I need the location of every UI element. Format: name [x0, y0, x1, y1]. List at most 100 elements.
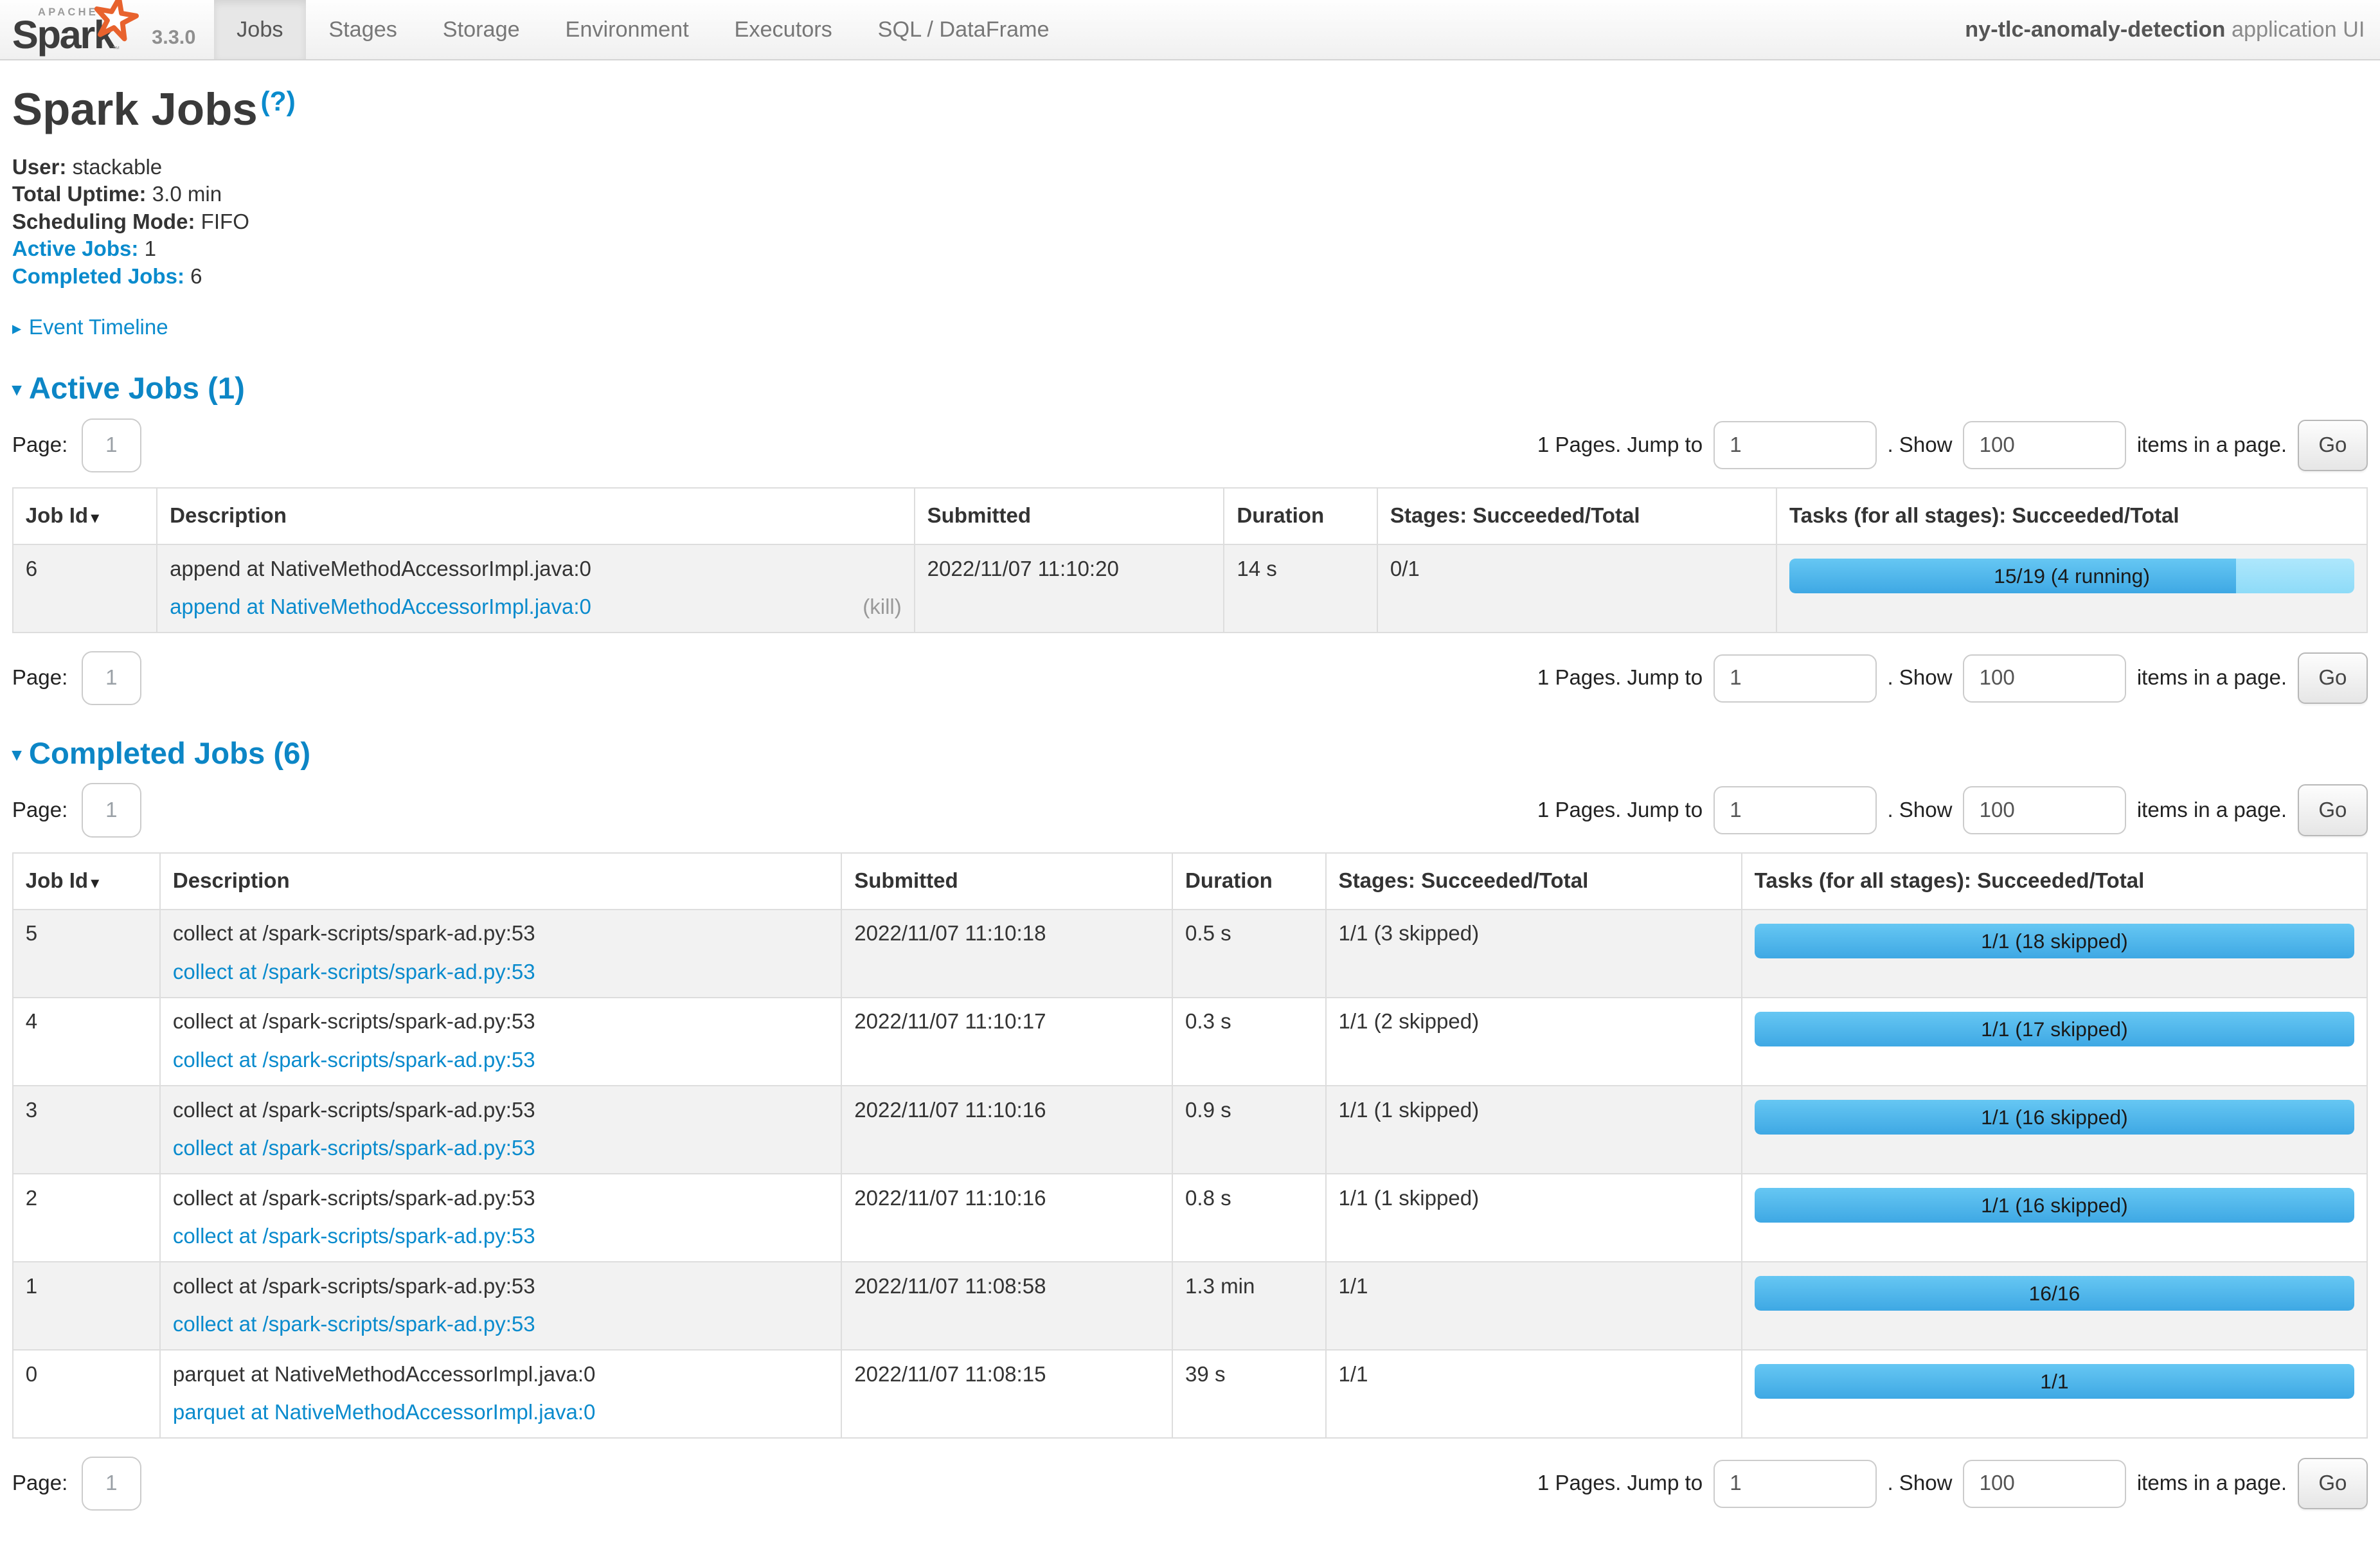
kill-link[interactable]: (kill) — [863, 595, 902, 620]
nav-tab-item: Executors — [711, 0, 855, 59]
go-button[interactable]: Go — [2298, 652, 2368, 704]
jump-to-input[interactable] — [1713, 1460, 1877, 1508]
page-title: Spark Jobs(?) — [12, 84, 2368, 136]
jump-to-input[interactable] — [1713, 654, 1877, 703]
tab-storage[interactable]: Storage — [420, 0, 542, 59]
page-number-input[interactable] — [82, 418, 142, 472]
sort-descending-icon: ▾ — [91, 875, 99, 892]
col-header-tasks-for-all-stages-succeeded-total[interactable]: Tasks (for all stages): Succeeded/Total — [1742, 853, 2367, 909]
col-header-submitted[interactable]: Submitted — [841, 853, 1172, 909]
page-title-text: Spark Jobs — [12, 84, 258, 135]
task-progress-bar: 15/19 (4 running) — [1789, 559, 2354, 593]
summary-label[interactable]: Active Jobs: — [12, 237, 139, 261]
description-text: collect at /spark-scripts/spark-ad.py:53 — [173, 1275, 829, 1299]
job-row: 4collect at /spark-scripts/spark-ad.py:5… — [13, 998, 2367, 1086]
stages-cell: 1/1 (2 skipped) — [1326, 998, 1742, 1086]
pages-jump-text: 1 Pages. Jump to — [1537, 433, 1703, 458]
summary-value: 1 — [138, 237, 156, 261]
completed-jobs-table: Job Id▾DescriptionSubmittedDurationStage… — [12, 852, 2368, 1438]
application-name: ny-tlc-anomaly-detection application UI — [1965, 17, 2380, 42]
col-header-job-id[interactable]: Job Id▾ — [13, 853, 160, 909]
pagination-row: Page:1 Pages. Jump to. Showitems in a pa… — [12, 418, 2368, 472]
description-sub-row: append at NativeMethodAccessorImpl.java:… — [170, 595, 902, 620]
nav-tabs: JobsStagesStorageEnvironmentExecutorsSQL… — [214, 0, 1072, 59]
pagination-row: Page:1 Pages. Jump to. Showitems in a pa… — [12, 1457, 2368, 1511]
tab-stages[interactable]: Stages — [306, 0, 420, 59]
col-header-description[interactable]: Description — [160, 853, 841, 909]
col-header-submitted[interactable]: Submitted — [915, 488, 1224, 544]
jump-to-input[interactable] — [1713, 786, 1877, 834]
job-row: 5collect at /spark-scripts/spark-ad.py:5… — [13, 910, 2367, 998]
collapse-triangle-icon: ▾ — [12, 379, 21, 400]
stages-cell: 1/1 — [1326, 1262, 1742, 1350]
col-header-stages-succeeded-total[interactable]: Stages: Succeeded/Total — [1377, 488, 1776, 544]
col-header-job-id[interactable]: Job Id▾ — [13, 488, 157, 544]
page-number-input[interactable] — [82, 1457, 142, 1511]
tab-jobs[interactable]: Jobs — [214, 0, 306, 59]
help-link[interactable]: (?) — [260, 87, 295, 117]
items-per-page-input[interactable] — [1963, 421, 2126, 469]
job-row: 2collect at /spark-scripts/spark-ad.py:5… — [13, 1174, 2367, 1262]
description-link[interactable]: collect at /spark-scripts/spark-ad.py:53 — [173, 960, 535, 985]
go-button[interactable]: Go — [2298, 420, 2368, 471]
tab-environment[interactable]: Environment — [542, 0, 711, 59]
description-link[interactable]: collect at /spark-scripts/spark-ad.py:53 — [173, 1048, 535, 1073]
description-text: collect at /spark-scripts/spark-ad.py:53 — [173, 1010, 829, 1034]
nav-tab-item: Storage — [420, 0, 542, 59]
job-row: 0parquet at NativeMethodAccessorImpl.jav… — [13, 1350, 2367, 1438]
submitted-cell: 2022/11/07 11:10:18 — [841, 910, 1172, 998]
description-link[interactable]: append at NativeMethodAccessorImpl.java:… — [170, 595, 591, 620]
col-header-duration[interactable]: Duration — [1224, 488, 1377, 544]
duration-cell: 39 s — [1172, 1350, 1326, 1438]
pagination-right: 1 Pages. Jump to. Showitems in a page.Go — [1537, 652, 2368, 704]
tasks-cell: 1/1 (17 skipped) — [1742, 998, 2367, 1086]
active-jobs-header[interactable]: ▾Active Jobs (1) — [12, 371, 2368, 406]
go-button[interactable]: Go — [2298, 784, 2368, 836]
job-row: 3 collect at /spark-scripts/spark-ad.py:5… — [13, 1086, 2367, 1174]
summary-item: Total Uptime: 3.0 min — [12, 184, 2368, 205]
job-id-cell: 3 — [13, 1086, 160, 1174]
items-per-page-input[interactable] — [1963, 1460, 2126, 1508]
event-timeline-toggle[interactable]: ▸ Event Timeline — [12, 316, 2368, 340]
page-number-input[interactable] — [82, 651, 142, 705]
col-header-duration[interactable]: Duration — [1172, 853, 1326, 909]
job-id-cell: 6 — [13, 544, 157, 633]
col-header-description[interactable]: Description — [157, 488, 914, 544]
go-button[interactable]: Go — [2298, 1458, 2368, 1509]
pagination-left: Page: — [12, 1457, 141, 1511]
summary-label[interactable]: Completed Jobs: — [12, 265, 184, 289]
nav-tab-item: Jobs — [214, 0, 306, 59]
spark-logo[interactable]: APACHE Spark ™ — [0, 0, 152, 59]
submitted-cell: 2022/11/07 11:08:15 — [841, 1350, 1172, 1438]
col-header-stages-succeeded-total[interactable]: Stages: Succeeded/Total — [1326, 853, 1742, 909]
description-sub-row: collect at /spark-scripts/spark-ad.py:53 — [173, 1313, 829, 1337]
table-header-row: Job Id▾DescriptionSubmittedDurationStage… — [13, 853, 2367, 909]
jump-to-input[interactable] — [1713, 421, 1877, 469]
page-number-input[interactable] — [82, 783, 142, 837]
items-text: items in a page. — [2137, 666, 2287, 690]
tasks-cell: 1/1 (16 skipped) — [1742, 1086, 2367, 1174]
page-label: Page: — [12, 798, 67, 823]
table-header-row: Job Id▾DescriptionSubmittedDurationStage… — [13, 488, 2367, 544]
description-text: parquet at NativeMethodAccessorImpl.java… — [173, 1363, 829, 1387]
nav-tab-item: Stages — [306, 0, 420, 59]
col-header-tasks-for-all-stages-succeeded-total[interactable]: Tasks (for all stages): Succeeded/Total — [1776, 488, 2367, 544]
duration-cell: 0.9 s — [1172, 1086, 1326, 1174]
expand-triangle-icon: ▸ — [12, 318, 21, 339]
items-per-page-input[interactable] — [1963, 786, 2126, 834]
pagination-left: Page: — [12, 651, 141, 705]
task-progress-bar: 1/1 (16 skipped) — [1755, 1100, 2355, 1135]
tab-executors[interactable]: Executors — [711, 0, 855, 59]
description-sub-row: collect at /spark-scripts/spark-ad.py:53 — [173, 960, 829, 985]
description-link[interactable]: parquet at NativeMethodAccessorImpl.java… — [173, 1401, 596, 1425]
description-link[interactable]: collect at /spark-scripts/spark-ad.py:53 — [173, 1225, 535, 1249]
pages-jump-text: 1 Pages. Jump to — [1537, 1471, 1703, 1496]
description-sub-row: collect at /spark-scripts/spark-ad.py:53 — [173, 1225, 829, 1249]
description-link[interactable]: collect at /spark-scripts/spark-ad.py:53 — [173, 1313, 535, 1337]
description-link[interactable]: collect at /spark-scripts/spark-ad.py:53 — [173, 1136, 535, 1161]
completed-jobs-header[interactable]: ▾Completed Jobs (6) — [12, 736, 2368, 771]
items-per-page-input[interactable] — [1963, 654, 2126, 703]
description-text: collect at /spark-scripts/spark-ad.py:53 — [173, 1099, 829, 1123]
tab-sql-dataframe[interactable]: SQL / DataFrame — [855, 0, 1072, 59]
event-timeline-link[interactable]: Event Timeline — [29, 316, 168, 339]
